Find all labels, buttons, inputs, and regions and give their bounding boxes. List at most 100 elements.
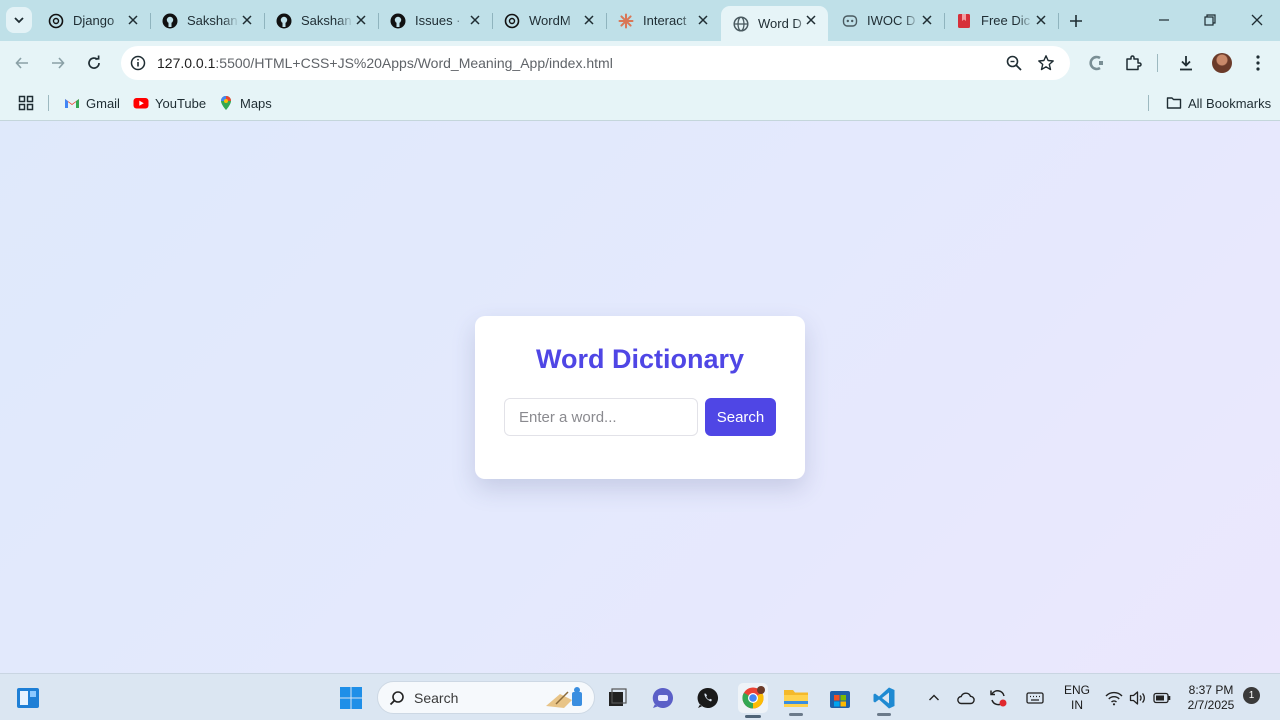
zoom-icon[interactable] — [1005, 54, 1023, 72]
restore-button[interactable] — [1199, 10, 1221, 30]
onedrive-button[interactable] — [954, 685, 978, 711]
bookmark-label: YouTube — [155, 95, 207, 111]
keyboard-icon — [1026, 692, 1044, 704]
arrow-right-icon — [52, 57, 65, 69]
running-app-indicator — [877, 713, 891, 716]
extension-button[interactable] — [1084, 51, 1108, 75]
close-tab-icon[interactable] — [1034, 13, 1048, 27]
browser-toolbar: 127.0.0.1:5500/HTML+CSS+JS%20Apps/Word_M… — [0, 41, 1280, 85]
tab-6-active[interactable]: Word D — [721, 6, 828, 41]
url-text[interactable]: 127.0.0.1:5500/HTML+CSS+JS%20Apps/Word_M… — [157, 55, 613, 71]
tab-5[interactable]: Interact — [606, 6, 720, 35]
whatsapp-button[interactable] — [695, 685, 721, 711]
volume-button[interactable] — [1127, 685, 1149, 711]
close-tab-icon[interactable] — [920, 13, 934, 27]
tab-title: Issues · — [415, 13, 461, 28]
close-tab-icon[interactable] — [354, 13, 368, 27]
globe-icon — [733, 15, 749, 32]
folder-icon — [1166, 95, 1182, 111]
word-search-input[interactable] — [504, 398, 698, 436]
whatsapp-icon — [697, 687, 719, 708]
github-icon — [162, 13, 178, 29]
bookmarks-divider — [1148, 95, 1149, 111]
close-tab-icon[interactable] — [240, 13, 254, 27]
downloads-button[interactable] — [1174, 51, 1198, 75]
tab-8[interactable]: Free Dic — [944, 6, 1059, 35]
toolbar-divider — [1157, 54, 1158, 72]
reload-button[interactable] — [82, 51, 106, 75]
tab-title: Sakshan — [301, 13, 352, 28]
tab-7[interactable]: IWOC D — [830, 6, 945, 35]
teams-chat-button[interactable] — [650, 685, 676, 711]
claude-icon — [618, 13, 634, 29]
puzzle-icon — [1126, 55, 1142, 71]
battery-button[interactable] — [1151, 685, 1173, 711]
clock[interactable]: 8:37 PM 2/7/2025 — [1183, 683, 1239, 713]
address-bar[interactable]: 127.0.0.1:5500/HTML+CSS+JS%20Apps/Word_M… — [121, 46, 1070, 80]
discord-icon — [842, 13, 858, 29]
tab-strip: Django Sakshan Sakshan Issues · WordM In… — [0, 0, 1280, 41]
tab-2[interactable]: Sakshan — [264, 6, 379, 35]
all-bookmarks-button[interactable]: All Bookmarks — [1166, 93, 1271, 113]
cloud-icon — [957, 692, 975, 705]
new-tab-button[interactable] — [1066, 11, 1086, 31]
minimize-icon — [1159, 19, 1169, 21]
show-hidden-icons-button[interactable] — [922, 685, 946, 711]
bookmark-star-icon[interactable] — [1037, 54, 1055, 72]
close-tab-icon[interactable] — [804, 13, 818, 27]
microsoft-store-button[interactable] — [827, 685, 853, 711]
all-bookmarks-label: All Bookmarks — [1188, 95, 1272, 111]
tab-3[interactable]: Issues · — [378, 6, 493, 35]
tab-0[interactable]: Django — [36, 6, 151, 35]
chrome-taskbar-button[interactable] — [738, 683, 768, 718]
windows-taskbar: Search ENG IN 8:37 PM 2/7/2025 1 — [0, 673, 1280, 720]
bookmark-youtube[interactable]: YouTube — [133, 93, 206, 113]
close-tab-icon[interactable] — [582, 13, 596, 27]
widgets-button[interactable] — [15, 685, 41, 711]
dictionary-card: Word Dictionary Search — [475, 316, 805, 479]
close-tab-icon[interactable] — [696, 13, 710, 27]
windows-logo-icon — [340, 687, 362, 709]
bookmarks-divider — [48, 95, 49, 111]
profile-avatar[interactable] — [1212, 53, 1232, 73]
file-explorer-button[interactable] — [783, 685, 809, 716]
tab-4[interactable]: WordM — [492, 6, 607, 35]
chevron-up-icon — [929, 694, 939, 701]
keyboard-button[interactable] — [1023, 685, 1047, 711]
search-highlight-icon — [546, 687, 582, 708]
extension-c-icon — [1089, 55, 1103, 71]
back-button[interactable] — [10, 51, 34, 75]
bookmark-gmail[interactable]: Gmail — [64, 93, 120, 113]
close-tab-icon[interactable] — [468, 13, 482, 27]
tab-1[interactable]: Sakshan — [150, 6, 265, 35]
bookmark-maps[interactable]: Maps — [218, 93, 272, 113]
bookmark-red-icon — [956, 13, 972, 29]
teams-chat-icon — [652, 687, 673, 708]
chatgpt-icon — [48, 13, 64, 29]
task-view-icon — [609, 688, 627, 706]
input-language-indicator[interactable]: ENG IN — [1059, 683, 1095, 713]
menu-button[interactable] — [1246, 51, 1270, 75]
taskbar-search-label: Search — [414, 690, 459, 706]
apps-button[interactable] — [18, 93, 40, 113]
wifi-button[interactable] — [1103, 685, 1125, 711]
site-info-icon[interactable] — [129, 54, 147, 72]
start-button[interactable] — [338, 685, 364, 711]
task-view-button[interactable] — [604, 685, 630, 711]
search-button[interactable]: Search — [705, 398, 776, 436]
vscode-button[interactable] — [871, 685, 897, 716]
close-window-button[interactable] — [1246, 10, 1268, 30]
maps-icon — [218, 95, 234, 111]
tab-search-button[interactable] — [6, 7, 32, 33]
notification-badge[interactable]: 1 — [1243, 687, 1260, 704]
folder-icon — [784, 690, 808, 707]
taskbar-search-box[interactable]: Search — [377, 681, 595, 714]
chatgpt-icon — [504, 13, 520, 29]
sync-status-button[interactable] — [986, 685, 1010, 711]
tab-title: WordM — [529, 13, 571, 28]
extensions-button[interactable] — [1121, 51, 1145, 75]
forward-button[interactable] — [46, 51, 70, 75]
close-tab-icon[interactable] — [126, 13, 140, 27]
language-code: ENG — [1063, 683, 1090, 697]
minimize-button[interactable] — [1153, 10, 1175, 30]
